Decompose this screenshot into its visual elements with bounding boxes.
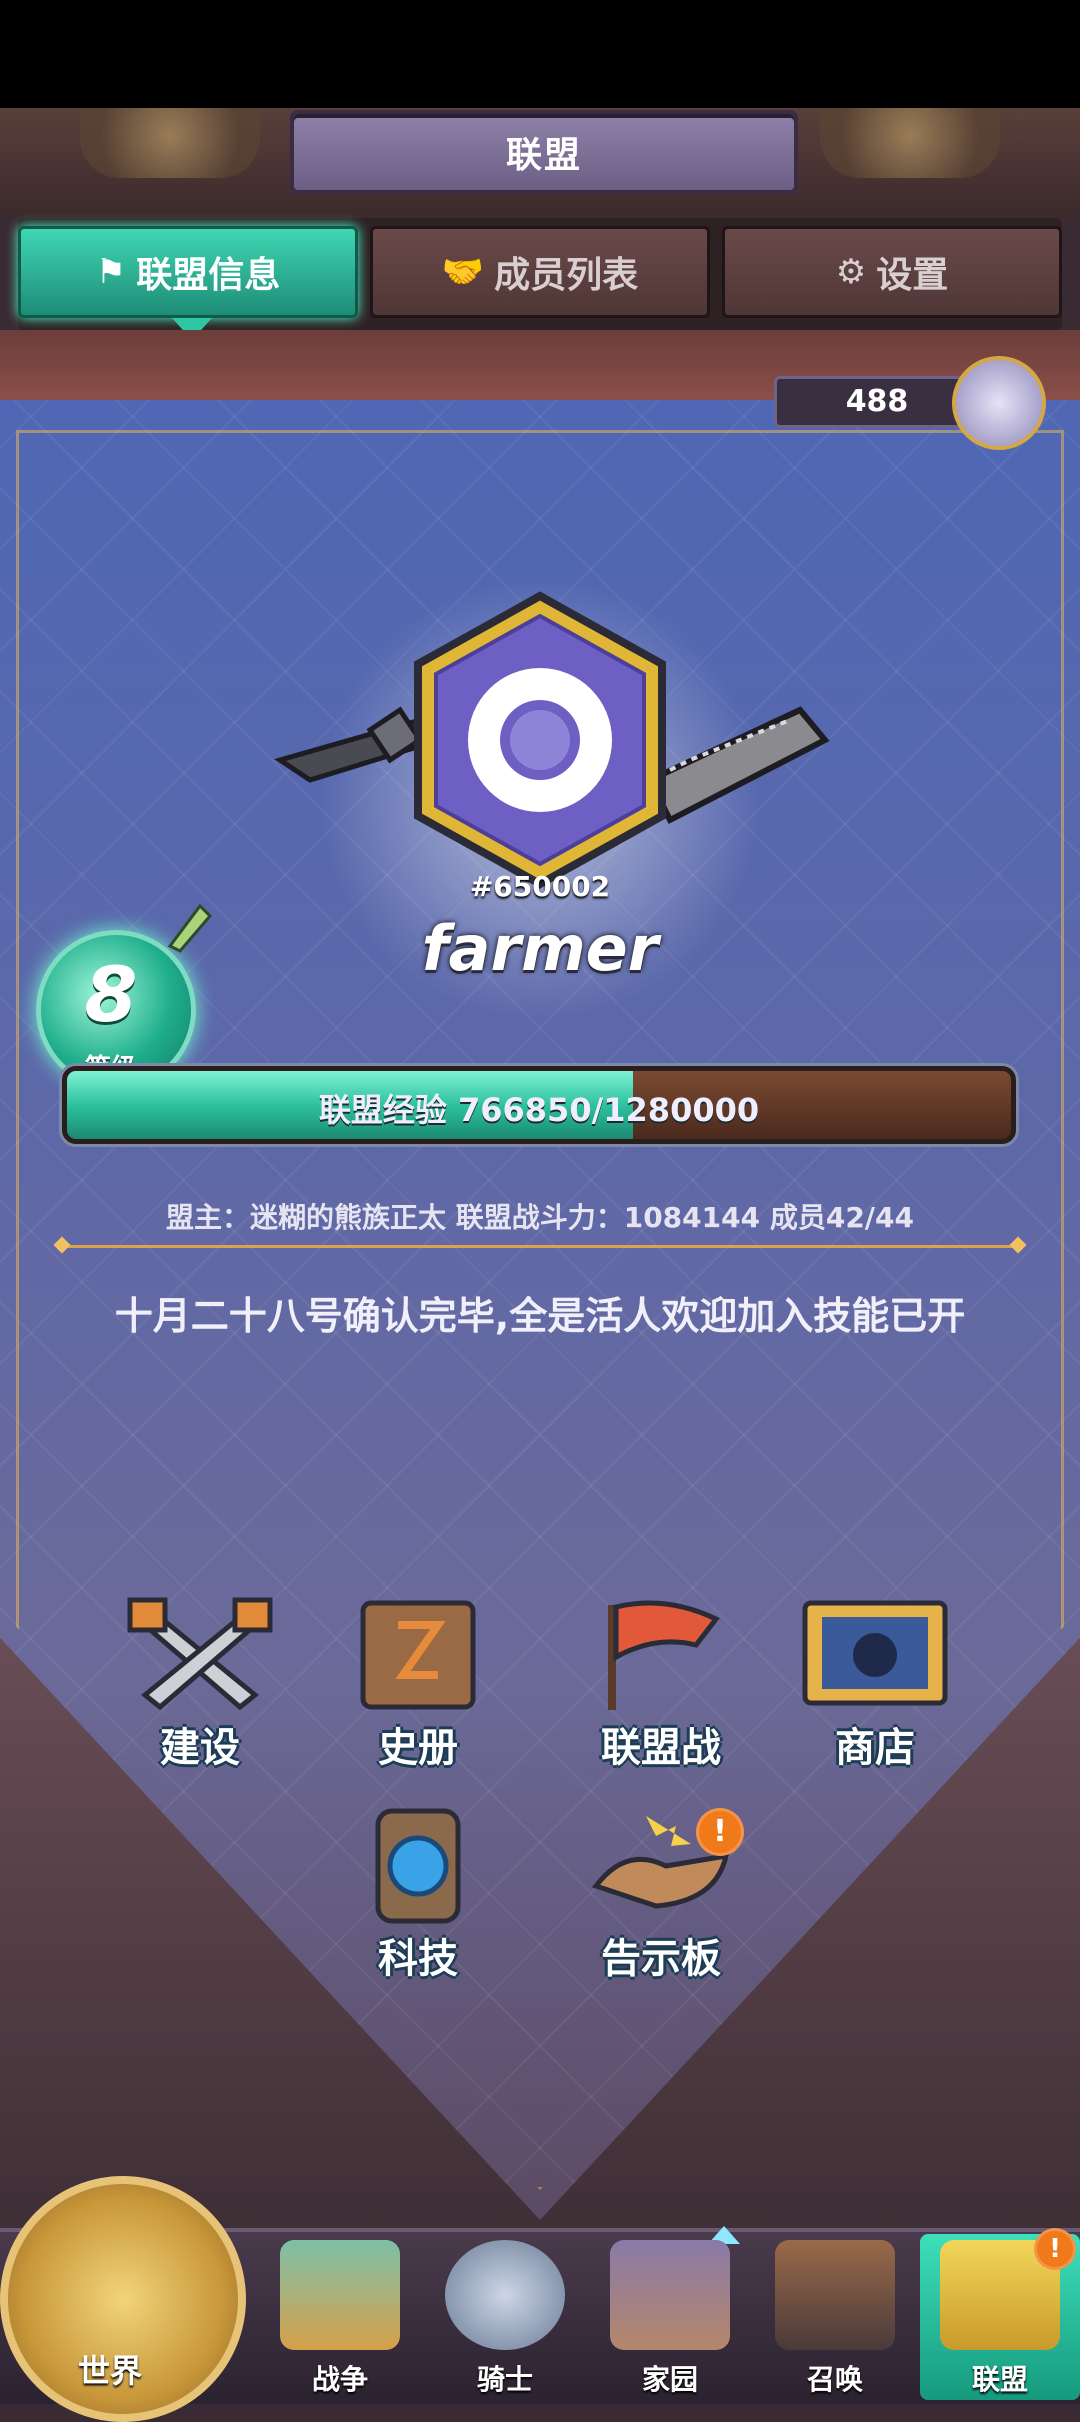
- shop-icon: [802, 1600, 948, 1706]
- feature-label: 史册: [378, 1725, 458, 1771]
- tech-gear-icon: [375, 1808, 461, 1924]
- rank-badge-icon[interactable]: [952, 356, 1046, 450]
- feature-build-button[interactable]: 建设: [115, 1595, 285, 1771]
- nav-summon[interactable]: 召唤: [760, 2240, 910, 2400]
- xp-label: 联盟经验 766850/1280000: [318, 1091, 760, 1129]
- alliance-nav-alert-badge: !: [1034, 2228, 1076, 2270]
- tab-settings[interactable]: ⚙ 设置: [722, 226, 1062, 318]
- build-tools-icon: [127, 1597, 273, 1711]
- alliance-announcement: 十月二十八号确认完毕,全是活人欢迎加入技能已开: [114, 1294, 966, 1338]
- tab-label: 联盟信息: [136, 255, 281, 296]
- alliance-name: farmer: [421, 912, 659, 985]
- nav-label: 战争: [311, 2363, 368, 2396]
- tab-label: 设置: [876, 255, 949, 296]
- page-title: 联盟: [505, 135, 582, 176]
- feature-history-button[interactable]: 史册: [333, 1595, 503, 1771]
- feature-shop-button[interactable]: 商店: [790, 1595, 960, 1771]
- history-book-icon: [360, 1600, 476, 1710]
- feature-label: 告示板: [601, 1936, 721, 1982]
- nav-knight[interactable]: 骑士: [430, 2240, 580, 2400]
- alliance-info-line: 盟主：迷糊的熊族正太 联盟战斗力：1084144 成员42/44: [165, 1201, 915, 1234]
- tab-bar: ⚑ 联盟信息 🤝 成员列表 ⚙ 设置: [18, 218, 1062, 330]
- nav-label: 家园: [641, 2363, 698, 2396]
- nav-world-label: 世界: [77, 2352, 142, 2390]
- status-bar: [0, 0, 1080, 108]
- alliance-emblem[interactable]: [410, 590, 670, 890]
- flag-icon: ⚑: [95, 252, 127, 292]
- arrow-ornament-icon: [167, 903, 213, 953]
- home-castle-icon: [610, 2240, 730, 2350]
- knight-icon: [445, 2240, 565, 2350]
- nav-home[interactable]: 家园: [595, 2240, 745, 2400]
- alliance-xp-bar: 联盟经验 766850/1280000: [62, 1066, 1016, 1144]
- tab-label: 成员列表: [494, 255, 639, 296]
- title-plate: 联盟: [290, 110, 798, 194]
- train-icon: [775, 2240, 895, 2350]
- war-flag-icon: [608, 1600, 720, 1710]
- nav-label: 联盟: [971, 2363, 1028, 2396]
- alliance-score: 488: [774, 376, 980, 428]
- feature-tech-button[interactable]: 科技: [333, 1806, 503, 1982]
- feature-label: 联盟战: [601, 1725, 721, 1771]
- divider: [62, 1245, 1018, 1248]
- sun-gear-icon: [468, 668, 612, 812]
- feature-label: 科技: [378, 1936, 458, 1982]
- gear-icon: ⚙: [835, 252, 867, 292]
- alliance-id: #650002: [469, 870, 611, 903]
- header-ornament-left: [80, 108, 260, 178]
- alliance-level: 8: [84, 950, 138, 1039]
- tab-member-list[interactable]: 🤝 成员列表: [370, 226, 710, 318]
- feature-label: 商店: [835, 1725, 915, 1771]
- feature-label: 建设: [160, 1725, 240, 1771]
- nav-label: 骑士: [476, 2363, 533, 2396]
- nav-war[interactable]: 战争: [265, 2240, 415, 2400]
- handshake-icon: 🤝: [441, 252, 485, 292]
- war-map-icon: [280, 2240, 400, 2350]
- notice-alert-badge: !: [696, 1808, 744, 1856]
- tab-alliance-info[interactable]: ⚑ 联盟信息: [18, 226, 358, 318]
- header-ornament-right: [820, 108, 1000, 178]
- nav-label: 召唤: [806, 2363, 863, 2396]
- feature-alliance-war-button[interactable]: 联盟战: [576, 1595, 746, 1771]
